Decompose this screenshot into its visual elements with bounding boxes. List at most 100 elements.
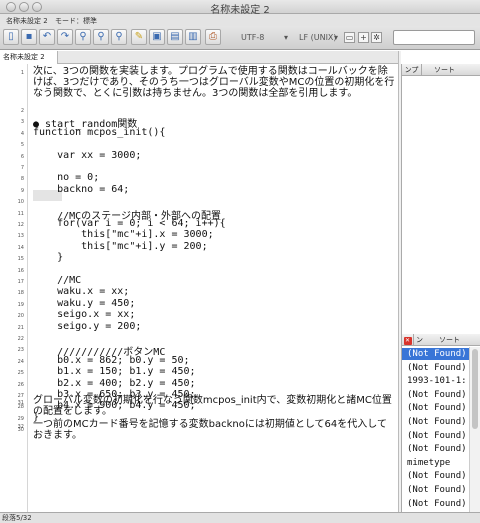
line-number: 32 bbox=[17, 424, 24, 430]
plus-icon: + bbox=[360, 33, 367, 42]
line-number: 9 bbox=[20, 187, 24, 194]
code-line: seigo.y = 200; bbox=[33, 320, 142, 332]
panel-list-item[interactable]: (Not Found) bbox=[402, 348, 469, 360]
title-bar: 名称未設定 2 bbox=[0, 0, 480, 16]
undo-button[interactable]: ↶ bbox=[39, 29, 55, 45]
prose-paragraph-32: 一つ前のMCカード番号を記憶する変数backnoには初期値として64を代入してお… bbox=[33, 419, 387, 441]
print-button[interactable]: ⎙ bbox=[205, 29, 221, 45]
line-number: 31 bbox=[17, 400, 24, 406]
code-line: function mcpos_init(){ bbox=[33, 126, 166, 138]
panel-bottom-header: ✕ ン ソート bbox=[402, 334, 480, 346]
code-line: b1.x = 150; b1.y = 450; bbox=[33, 366, 196, 378]
column-panel-icon: ▥ bbox=[188, 31, 198, 42]
window-panel-icon: ▣ bbox=[152, 31, 162, 42]
new-document-icon: ▯ bbox=[8, 31, 14, 42]
line-number-gutter: 1 2 3 4 5 6 7 8 9 10 11 12 13 14 15 16 17 18 19 20 21 22 23 24 2… bbox=[0, 64, 28, 512]
panel-list-item[interactable]: (Not Found) bbox=[402, 443, 469, 455]
line-number: 6 bbox=[20, 153, 24, 160]
code-line: //MC bbox=[33, 275, 82, 286]
highlight-button[interactable]: ✎ bbox=[131, 29, 147, 45]
panel-top-column-1[interactable]: ンプ bbox=[402, 64, 422, 76]
status-bar: 段落5/32 bbox=[0, 512, 480, 523]
printer-icon: ⎙ bbox=[209, 31, 217, 42]
text-editor[interactable]: 次に、3つの関数を実装します。プログラムで使用する関数はコールバックを除けば、3… bbox=[28, 64, 398, 512]
line-number: 7 bbox=[20, 165, 24, 171]
code-line: waku.x = xx; bbox=[33, 286, 130, 298]
line-number: 26 bbox=[17, 381, 24, 388]
line-number: 11 bbox=[17, 210, 24, 217]
find-next-icon: ⚲ bbox=[97, 31, 105, 42]
gear-icon: ✲ bbox=[373, 33, 380, 42]
settings-button[interactable]: ✲ bbox=[371, 32, 382, 43]
line-number: 27 bbox=[17, 393, 24, 399]
line-number: 12 bbox=[17, 222, 24, 228]
panel-scrollbar[interactable] bbox=[469, 347, 480, 512]
panel-list-item[interactable]: (Not Found) bbox=[402, 430, 469, 442]
tab-document[interactable]: 名称未設定 2 bbox=[0, 51, 58, 64]
save-button[interactable]: ▪ bbox=[21, 29, 37, 45]
search-input[interactable] bbox=[393, 30, 475, 45]
code-line: } bbox=[33, 252, 64, 264]
panel-scroll-thumb[interactable] bbox=[472, 349, 478, 429]
encoding-select[interactable]: UTF-8 bbox=[241, 31, 264, 44]
line-number: 1 bbox=[20, 70, 24, 76]
add-button[interactable]: + bbox=[358, 32, 369, 43]
line-number: 15 bbox=[17, 256, 24, 263]
line-number: 16 bbox=[17, 267, 24, 274]
redo-icon: ↷ bbox=[60, 31, 70, 42]
line-ending-select[interactable]: LF (UNIX) bbox=[299, 31, 337, 44]
code-line: b0.x = 862; b0.y = 50; bbox=[33, 354, 190, 366]
code-line: for(var i = 0; i < 64; i++){ bbox=[33, 218, 226, 229]
panel-list-item[interactable]: (Not Found) bbox=[402, 470, 469, 482]
view-toggle-icon: ▭ bbox=[345, 33, 354, 42]
panel-button-1[interactable]: ▣ bbox=[149, 29, 165, 45]
panel-button-3[interactable]: ▥ bbox=[185, 29, 201, 45]
panel-list-item[interactable]: (Not Found) bbox=[402, 498, 469, 510]
line-number: 3 bbox=[20, 119, 24, 126]
side-panel: ンプ ソート ✕ ン ソート (Not Found) (Not Found) 199… bbox=[401, 64, 480, 512]
panel-bottom-column-handle[interactable]: ン bbox=[416, 334, 423, 346]
code-line: var xx = 3000; bbox=[33, 149, 142, 161]
find-previous-button[interactable]: ⚲ bbox=[111, 29, 127, 45]
line-number: 14 bbox=[17, 244, 24, 251]
panel-list-item[interactable]: (Not Found) bbox=[402, 389, 469, 401]
code-line: b2.x = 400; b2.y = 450; bbox=[33, 377, 196, 389]
close-icon: ✕ bbox=[403, 337, 412, 345]
find-previous-icon: ⚲ bbox=[115, 31, 123, 42]
panel-button-2[interactable]: ▤ bbox=[167, 29, 183, 45]
line-number: 21 bbox=[17, 324, 24, 331]
line-number: 13 bbox=[17, 233, 24, 240]
panel-bottom-sort-column[interactable]: ソート bbox=[439, 334, 460, 346]
prose-paragraph-1: 次に、3つの関数を実装します。プログラムで使用する関数はコールバックを除けば、3… bbox=[33, 66, 395, 99]
new-document-button[interactable]: ▯ bbox=[3, 29, 19, 45]
line-number: 24 bbox=[17, 358, 24, 365]
line-number: 4 bbox=[20, 130, 24, 137]
panel-list-item[interactable]: (Not Found) bbox=[402, 362, 469, 374]
line-number: 5 bbox=[20, 142, 24, 149]
code-line: backno = 64; bbox=[33, 183, 130, 195]
panel-list-item[interactable]: 1993-101-1: bbox=[402, 375, 469, 387]
line-number: 17 bbox=[17, 279, 24, 285]
panel-list-item[interactable]: (Not Found) bbox=[402, 416, 469, 428]
line-number: 23 bbox=[17, 347, 24, 354]
find-button[interactable]: ⚲ bbox=[75, 29, 91, 45]
mode-label: モード：標準 bbox=[55, 17, 97, 25]
line-number: 8 bbox=[20, 176, 24, 183]
document-name: 名称未設定 2 bbox=[6, 17, 48, 25]
view-toggle-button[interactable]: ▭ bbox=[344, 32, 355, 43]
panel-close-button[interactable]: ✕ bbox=[402, 334, 414, 346]
split-panel-icon: ▤ bbox=[170, 31, 180, 42]
panel-list-item[interactable]: (Not Found) bbox=[402, 484, 469, 496]
status-text: 段落5/32 bbox=[2, 514, 32, 522]
line-number: 10 bbox=[17, 199, 24, 206]
find-next-button[interactable]: ⚲ bbox=[93, 29, 109, 45]
line-number: 2 bbox=[20, 108, 24, 114]
line-number: 18 bbox=[17, 290, 24, 297]
panel-list-item[interactable]: (Not Found) bbox=[402, 402, 469, 414]
panel-top-sort-column[interactable]: ソート bbox=[434, 64, 455, 76]
redo-button[interactable]: ↷ bbox=[57, 29, 73, 45]
pencil-icon: ✎ bbox=[134, 31, 144, 42]
line-number: 29 bbox=[17, 415, 24, 422]
panel-list-item[interactable]: mimetype bbox=[402, 457, 469, 469]
document-info-bar: 名称未設定 2 モード：標準 bbox=[0, 14, 480, 26]
